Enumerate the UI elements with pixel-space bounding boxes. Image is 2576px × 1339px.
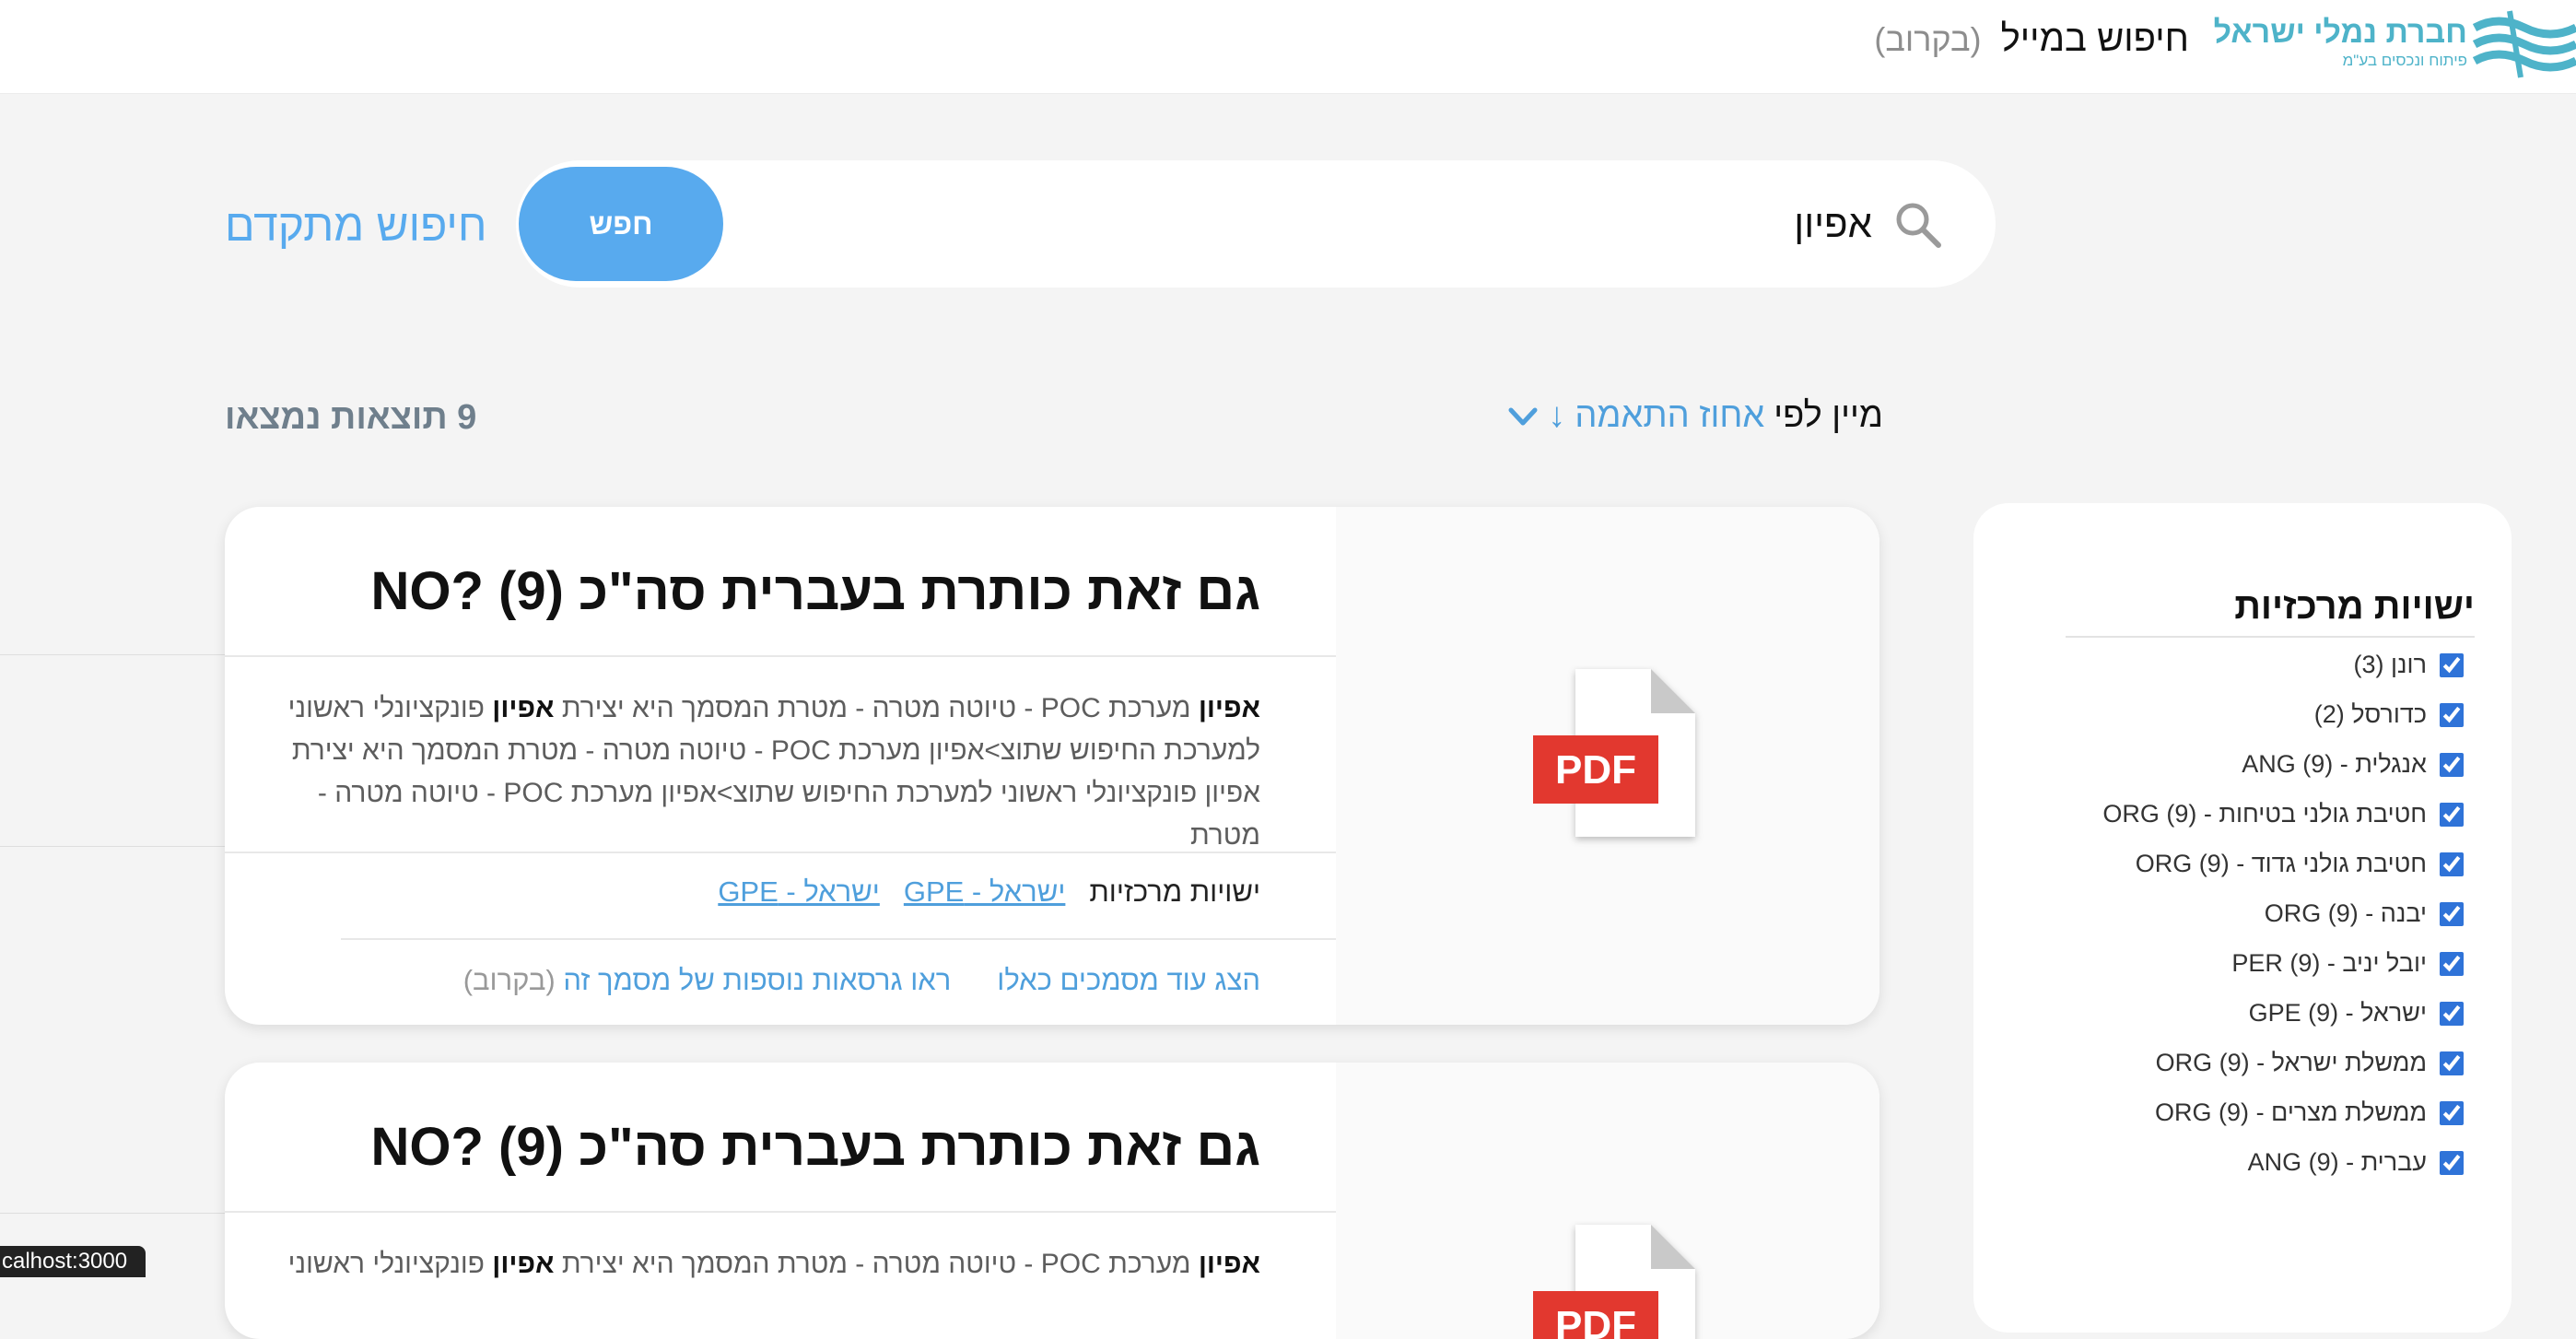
filter-option-label: עברית - ANG (9) xyxy=(2247,1148,2427,1176)
brand-name: חברת נמלי ישראל xyxy=(2213,15,2467,50)
file-type-label: PDF xyxy=(1555,747,1636,793)
pdf-file-icon: PDF xyxy=(1533,1225,1695,1339)
filter-checkbox[interactable] xyxy=(2440,752,2464,777)
divider xyxy=(0,654,225,655)
search-input[interactable] xyxy=(767,188,1872,260)
filter-option-label: ממשלת ישראל - ORG (9) xyxy=(2155,1049,2427,1076)
filter-checkbox[interactable] xyxy=(2440,652,2464,677)
coming-soon-note: (בקרוב) xyxy=(463,964,556,996)
document-thumbnail[interactable]: PDF xyxy=(1336,507,1879,1025)
filter-option[interactable]: חטיבת גולני בטיחות - ORG (9) xyxy=(2102,800,2464,828)
filter-option[interactable]: ממשלת ישראל - ORG (9) xyxy=(2156,1049,2464,1077)
divider xyxy=(225,852,1336,853)
divider xyxy=(2066,636,2475,638)
result-body: גם זאת כותרת בעברית סה"כ (9) ?NO אפיון מ… xyxy=(225,507,1336,1025)
filter-option-label: כדורסל (2) xyxy=(2313,700,2427,728)
filter-heading: ישויות מרכזיות xyxy=(2234,586,2475,627)
top-bar: חברת נמלי ישראל פיתוח ונכסים בע"מ חיפוש … xyxy=(0,0,2576,94)
page-title[interactable]: חיפוש במייל (בקרוב) xyxy=(1874,18,2189,60)
result-snippet: אפיון מערכת POC - טיוטה מטרה - מטרת המסמ… xyxy=(247,687,1260,857)
filter-checkbox[interactable] xyxy=(2440,1051,2464,1075)
filter-checkbox[interactable] xyxy=(2440,951,2464,976)
key-entities-row: ישויות מרכזיות ישראל - GPE ישראל - GPE xyxy=(718,875,1260,909)
coming-soon-note: (בקרוב) xyxy=(1874,20,1982,58)
page-title-text: חיפוש במייל xyxy=(2000,18,2189,59)
snippet-highlight: אפיון xyxy=(492,693,555,723)
result-title[interactable]: גם זאת כותרת בעברית סה"כ (9) ?NO xyxy=(370,1116,1260,1178)
similar-documents-link[interactable]: הצג עוד מסמכים כאלו xyxy=(997,964,1260,997)
result-snippet: אפיון מערכת POC - טיוטה מטרה - מטרת המסמ… xyxy=(247,1243,1260,1286)
advanced-search-link[interactable]: חיפוש מתקדם xyxy=(225,201,486,252)
filter-option-label: אנגלית - ANG (9) xyxy=(2242,750,2427,778)
document-thumbnail[interactable]: PDF xyxy=(1336,1063,1879,1339)
filter-option-label: רונן (3) xyxy=(2353,651,2427,678)
search-bar xyxy=(516,160,1996,288)
filter-option[interactable]: ממשלת מצרים - ORG (9) xyxy=(2155,1098,2464,1127)
brand-tagline: פיתוח ונכסים בע"מ xyxy=(2342,52,2467,69)
snippet-highlight: אפיון xyxy=(1198,693,1260,723)
filter-checkbox[interactable] xyxy=(2440,802,2464,827)
sort-value[interactable]: אחוז התאמה xyxy=(1575,396,1764,436)
result-actions: הצג עוד מסמכים כאלו ראו גרסאות נוספות של… xyxy=(463,964,1260,997)
result-title[interactable]: גם זאת כותרת בעברית סה"כ (9) ?NO xyxy=(370,560,1260,622)
filter-option-label: ממשלת מצרים - ORG (9) xyxy=(2155,1098,2427,1126)
snippet-text: פונקציונלי ראשוני xyxy=(287,1249,493,1279)
results-count: 9 תוצאות נמצאו xyxy=(225,398,477,437)
search-icon[interactable] xyxy=(1892,199,1944,251)
sort-label: מיין לפי xyxy=(1774,396,1883,435)
filter-option[interactable]: חטיבת גולני גדוד - ORG (9) xyxy=(2136,850,2464,878)
filter-option[interactable]: כדורסל (2) xyxy=(2314,700,2464,729)
filter-checkbox[interactable] xyxy=(2440,852,2464,876)
filter-option[interactable]: יבנה - ORG (9) xyxy=(2265,899,2464,928)
filter-checkbox[interactable] xyxy=(2440,901,2464,926)
filter-option-label: חטיבת גולני גדוד - ORG (9) xyxy=(2135,850,2427,877)
snippet-highlight: אפיון xyxy=(1198,1249,1260,1279)
key-entities-label: ישויות מרכזיות xyxy=(1089,875,1260,908)
filter-option[interactable]: ישראל - GPE (9) xyxy=(2249,999,2464,1028)
filter-checkbox[interactable] xyxy=(2440,1100,2464,1125)
filter-checkbox[interactable] xyxy=(2440,1001,2464,1026)
filter-option[interactable]: אנגלית - ANG (9) xyxy=(2242,750,2464,779)
document-versions-link[interactable]: ראו גרסאות נוספות של מסמך זה xyxy=(563,964,951,996)
divider xyxy=(341,938,1336,940)
snippet-text: מערכת POC - טיוטה מטרה - מטרת המסמך היא … xyxy=(554,1249,1199,1279)
company-logo[interactable]: חברת נמלי ישראל פיתוח ונכסים בע"מ xyxy=(2214,6,2576,88)
snippet-text: מערכת POC - טיוטה מטרה - מטרת המסמך היא … xyxy=(554,693,1199,723)
file-type-label: PDF xyxy=(1555,1303,1636,1339)
status-url-tooltip: calhost:3000 xyxy=(0,1246,146,1277)
sort-control[interactable]: מיין לפי אחוז התאמה ↓ xyxy=(1507,396,1883,436)
versions-wrapper: ראו גרסאות נוספות של מסמך זה (בקרוב) xyxy=(463,964,952,997)
filter-option-label: יבנה - ORG (9) xyxy=(2264,899,2427,927)
divider xyxy=(0,846,225,847)
snippet-highlight: אפיון xyxy=(492,1249,555,1279)
result-body: גם זאת כותרת בעברית סה"כ (9) ?NO אפיון מ… xyxy=(225,1063,1336,1339)
search-button[interactable]: חפש xyxy=(519,167,723,281)
sort-direction-icon[interactable]: ↓ xyxy=(1548,396,1565,436)
divider xyxy=(0,1213,225,1214)
result-card[interactable]: PDF גם זאת כותרת בעברית סה"כ (9) ?NO אפי… xyxy=(225,507,1879,1025)
entity-link[interactable]: ישראל - GPE xyxy=(904,875,1066,909)
filter-option[interactable]: יובל יניב - PER (9) xyxy=(2231,949,2464,978)
waves-logo-icon xyxy=(2473,10,2576,78)
divider xyxy=(225,655,1336,657)
filter-option[interactable]: עברית - ANG (9) xyxy=(2248,1148,2464,1177)
filter-checkbox[interactable] xyxy=(2440,702,2464,727)
entities-filter-panel: ישויות מרכזיות רונן (3) כדורסל (2) אנגלי… xyxy=(1973,503,2512,1333)
filter-option-label: יובל יניב - PER (9) xyxy=(2231,949,2427,977)
filter-option-label: חטיבת גולני בטיחות - ORG (9) xyxy=(2102,800,2427,828)
entity-link[interactable]: ישראל - GPE xyxy=(718,875,880,909)
filter-option[interactable]: רונן (3) xyxy=(2354,651,2464,679)
result-card[interactable]: PDF גם זאת כותרת בעברית סה"כ (9) ?NO אפי… xyxy=(225,1063,1879,1339)
divider xyxy=(225,1211,1336,1213)
filter-option-label: ישראל - GPE (9) xyxy=(2248,999,2427,1027)
filter-checkbox[interactable] xyxy=(2440,1150,2464,1175)
chevron-down-icon[interactable] xyxy=(1507,403,1539,430)
pdf-file-icon: PDF xyxy=(1533,669,1695,837)
